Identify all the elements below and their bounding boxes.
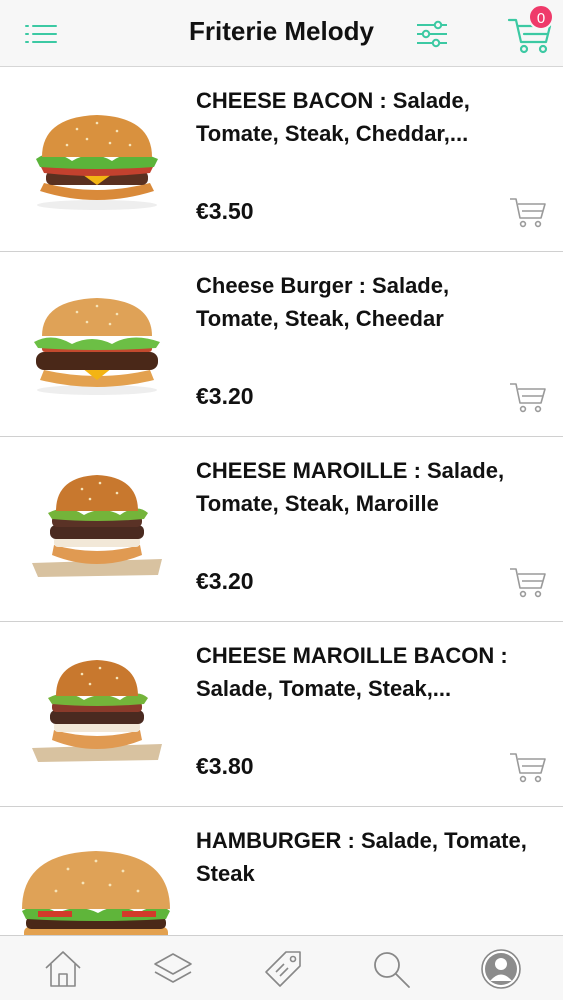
list-item[interactable]: CHEESE MAROILLE : Salade, Tomate, Steak,… — [0, 437, 563, 622]
burger-image — [34, 298, 160, 395]
burger-image — [32, 660, 162, 762]
page-title: Friterie Melody — [189, 16, 374, 46]
search-icon[interactable] — [370, 948, 412, 990]
product-price: €3.20 — [196, 568, 254, 594]
product-name: CHEESE MAROILLE BACON : Salade, Tomate, … — [196, 643, 508, 701]
product-price: €3.20 — [196, 383, 254, 409]
product-price: €3.80 — [196, 753, 254, 779]
product-name: HAMBURGER : Salade, Tomate, Steak — [196, 828, 527, 886]
bottom-tab-bar — [0, 935, 563, 1000]
add-to-cart-icon[interactable] — [508, 378, 548, 414]
list-item[interactable]: HAMBURGER : Salade, Tomate, Steak — [0, 807, 563, 935]
add-to-cart-icon[interactable] — [508, 563, 548, 599]
layers-icon[interactable] — [152, 948, 194, 990]
product-name: Cheese Burger : Salade, Tomate, Steak, C… — [196, 273, 450, 331]
burger-image — [32, 475, 162, 577]
app-header: Friterie Melody 0 — [0, 0, 563, 67]
product-name: CHEESE MAROILLE : Salade, Tomate, Steak,… — [196, 458, 505, 516]
home-icon[interactable] — [42, 948, 84, 990]
add-to-cart-icon[interactable] — [508, 193, 548, 229]
list-item[interactable]: CHEESE MAROILLE BACON : Salade, Tomate, … — [0, 622, 563, 807]
product-name: CHEESE BACON : Salade, Tomate, Steak, Ch… — [196, 88, 470, 146]
filter-icon[interactable] — [414, 18, 450, 50]
tag-icon[interactable] — [262, 948, 304, 990]
burger-image — [36, 115, 158, 210]
list-item[interactable]: CHEESE BACON : Salade, Tomate, Steak, Ch… — [0, 67, 563, 252]
product-price: €3.50 — [196, 198, 254, 224]
add-to-cart-icon[interactable] — [508, 748, 548, 784]
list-item[interactable]: Cheese Burger : Salade, Tomate, Steak, C… — [0, 252, 563, 437]
product-list: CHEESE BACON : Salade, Tomate, Steak, Ch… — [0, 67, 563, 935]
cart-count-badge: 0 — [528, 4, 554, 30]
burger-image — [22, 851, 170, 935]
profile-icon[interactable] — [480, 948, 522, 990]
